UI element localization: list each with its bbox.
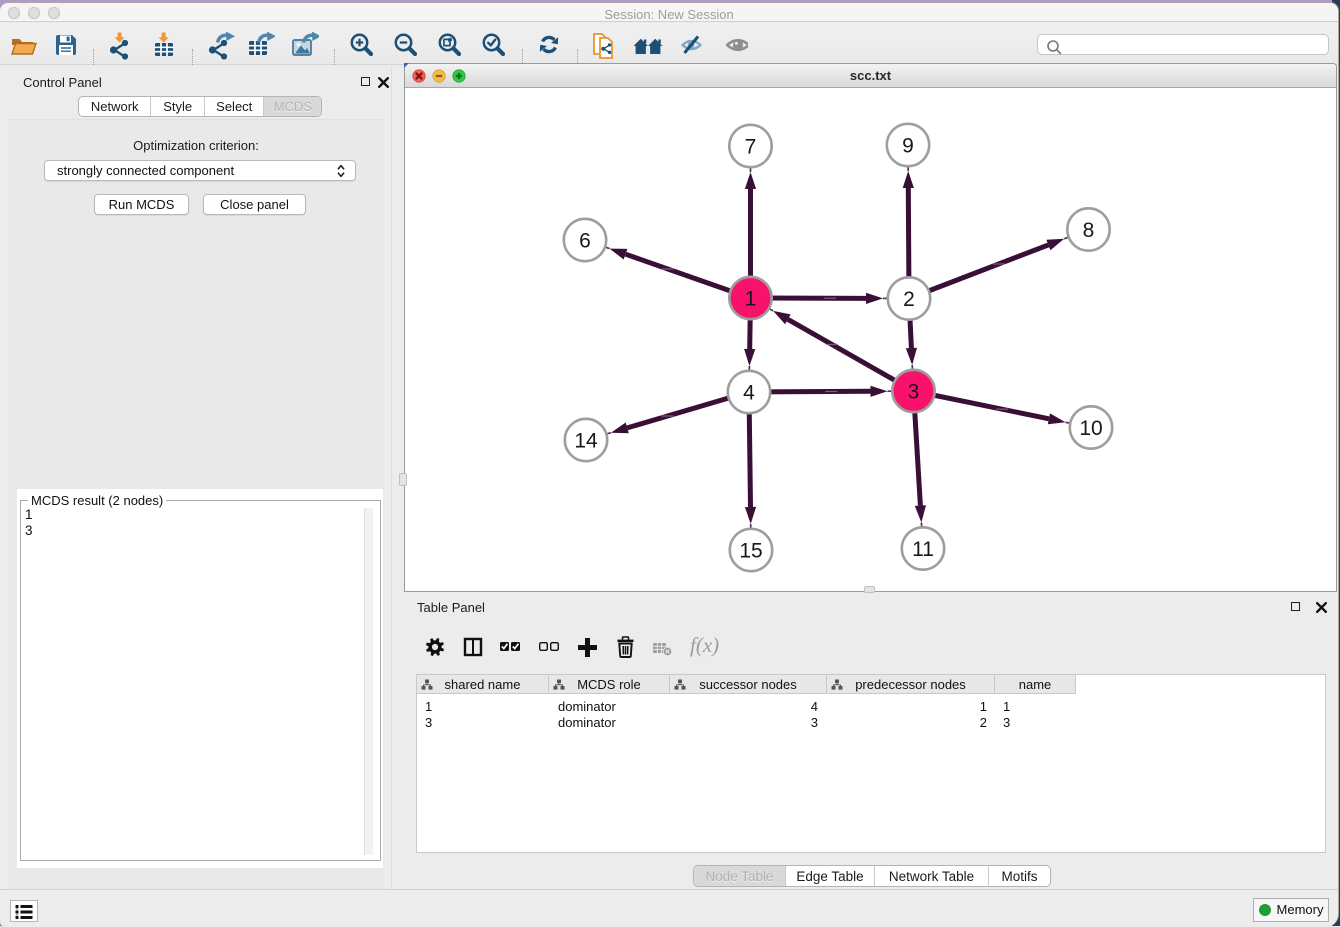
svg-text:2: 2	[903, 288, 915, 311]
svg-text:11: 11	[912, 538, 934, 561]
svg-text:7: 7	[745, 135, 757, 158]
svg-text:1: 1	[745, 287, 757, 310]
svg-text:8: 8	[1083, 219, 1095, 242]
svg-text:4: 4	[743, 381, 755, 404]
svg-text:3: 3	[908, 380, 920, 403]
svg-text:14: 14	[574, 429, 598, 452]
svg-text:6: 6	[579, 229, 591, 252]
svg-text:9: 9	[902, 134, 914, 157]
svg-text:15: 15	[739, 539, 762, 562]
svg-text:10: 10	[1079, 417, 1102, 440]
